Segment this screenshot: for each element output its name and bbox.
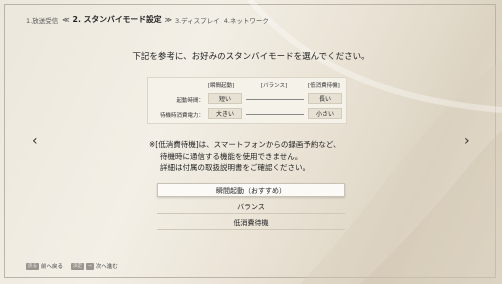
- setup-steps-breadcrumb: 1.放送受信 ≪ 2. スタンバイモード設定 ≫ 3.ディスプレイ 4.ネットワ…: [26, 14, 269, 25]
- footer-hints: 戻る 前へ戻る 決定 → 次へ進む: [26, 262, 118, 270]
- step-broadcast: 1.放送受信: [26, 16, 59, 25]
- header-low-power: [低消費待機]: [308, 83, 340, 89]
- option-balance[interactable]: バランス: [157, 200, 345, 214]
- startup-short: 短い: [208, 93, 242, 104]
- low-power-note: ※[低消費待機]は、スマートフォンからの録画予約など、 待機時に通信する機能を使…: [149, 139, 341, 174]
- startup-long: 長い: [308, 93, 342, 104]
- comparison-panel: [瞬間起動] [バランス] [低消費待機] 起動時間： 短い 長い 待機時消費電…: [147, 77, 347, 124]
- next-hint: 次へ進む: [95, 264, 118, 270]
- back-key-icon: 戻る: [26, 262, 39, 270]
- prev-step-arrow-icon: ≪: [62, 15, 70, 24]
- note-line-1: ※[低消費待機]は、スマートフォンからの録画予約など、: [149, 140, 341, 149]
- instruction-text: 下記を参考に、お好みのスタンバイモードを選んでください。: [132, 52, 370, 62]
- note-line-3: 詳細は付属の取扱説明書をご確認ください。: [160, 163, 310, 172]
- note-line-2: 待機時に通信する機能を使用できません。: [160, 151, 303, 161]
- option-instant-start[interactable]: 瞬間起動（おすすめ）: [157, 183, 345, 197]
- power-small: 小さい: [308, 108, 342, 119]
- header-instant: [瞬間起動]: [208, 83, 235, 89]
- enter-key-icon: 決定: [71, 262, 85, 270]
- step-standby-mode-current: 2. スタンバイモード設定: [72, 15, 162, 24]
- header-balance: [バランス]: [261, 83, 288, 89]
- right-key-icon: →: [86, 262, 94, 270]
- next-step-arrow-icon: ≫: [164, 15, 172, 24]
- step-display: 3.ディスプレイ: [174, 16, 220, 25]
- option-low-power[interactable]: 低消費待機: [157, 216, 345, 230]
- nav-right-arrow-icon[interactable]: ›: [464, 134, 470, 148]
- startup-arrow-line: [246, 99, 304, 100]
- nav-left-arrow-icon[interactable]: ‹: [32, 134, 38, 148]
- power-large: 大きい: [208, 108, 242, 119]
- power-arrow-line: [246, 114, 304, 115]
- row-label-startup: 起動時間：: [176, 98, 204, 104]
- row-label-standby-power: 待機時消費電力：: [159, 113, 204, 119]
- step-network: 4.ネットワーク: [223, 16, 269, 25]
- back-hint: 前へ戻る: [41, 264, 64, 270]
